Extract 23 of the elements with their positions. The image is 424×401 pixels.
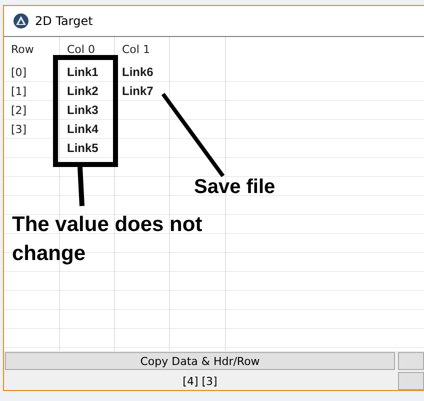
table-cell: Link6: [122, 65, 154, 80]
copy-button[interactable]: Copy Data & Hdr/Row: [5, 352, 395, 370]
leader-line: [78, 166, 84, 206]
column-header: Col 0: [67, 42, 95, 56]
table-cell: Link5: [67, 141, 98, 156]
table-cell: Link7: [122, 84, 154, 98]
row-header: [1]: [11, 84, 27, 98]
row-header: [2]: [11, 104, 27, 117]
row-header: [3]: [11, 122, 27, 136]
table-cell: Link3: [67, 103, 98, 118]
annotation-text: Save file: [194, 176, 276, 199]
window-title: 2D Target: [35, 14, 93, 28]
table-cell: Link2: [67, 84, 98, 98]
side-button[interactable]: [398, 372, 424, 390]
row-header: [0]: [11, 66, 27, 79]
app-logo-icon: [13, 12, 29, 29]
annotation-text: The value does not change: [12, 212, 204, 267]
status-text: [4] [3]: [182, 374, 218, 388]
column-header: Col 1: [122, 42, 150, 56]
table-cell: Link4: [67, 122, 98, 136]
table-cell: Link1: [67, 65, 98, 80]
side-button[interactable]: [398, 352, 424, 370]
column-header: Row: [11, 42, 34, 56]
